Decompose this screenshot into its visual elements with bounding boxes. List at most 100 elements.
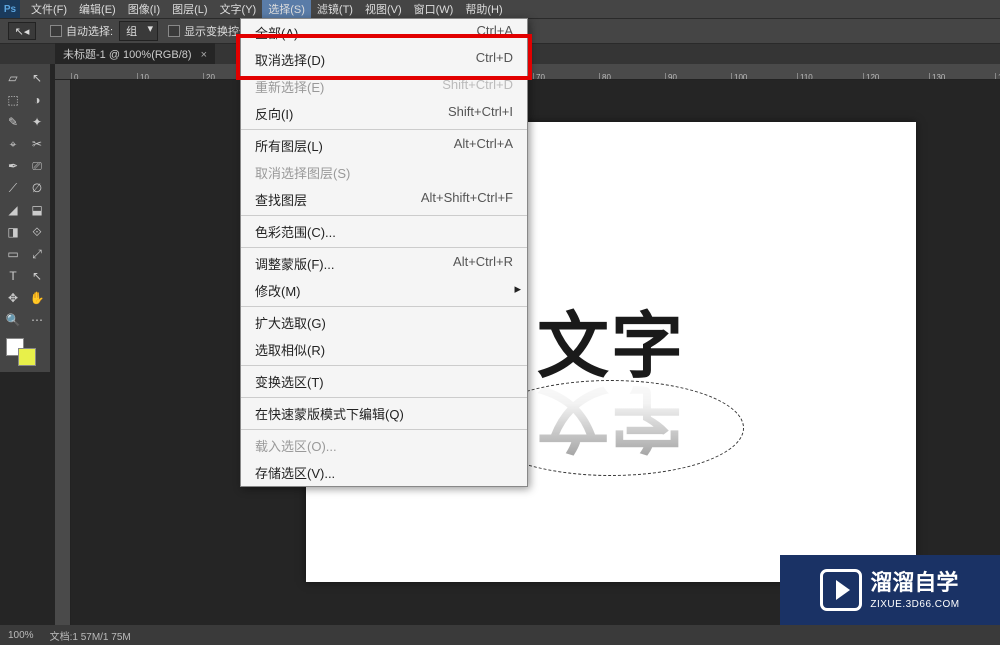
tool-button-19[interactable]: ↖ [26,266,48,286]
tool-button-14[interactable]: ◨ [2,222,24,242]
color-swatches [2,338,48,368]
menu-separator [241,397,527,398]
tool-button-5[interactable]: ✦ [26,112,48,132]
tool-button-15[interactable]: ⟐ [26,222,48,242]
watermark: 溜溜自学 ZIXUE.3D66.COM [780,555,1000,625]
ruler-tick: 100 [731,73,747,79]
menu-item[interactable]: 查找图层Alt+Shift+Ctrl+F [241,186,527,213]
menu-item[interactable]: 全部(A) Ctrl+A [241,19,527,46]
menu-separator [241,365,527,366]
play-icon [820,569,862,611]
menu-file[interactable]: 文件(F) [25,0,73,19]
tool-button-21[interactable]: ✋ [26,288,48,308]
menu-item[interactable]: 反向(I)Shift+Ctrl+I [241,100,527,127]
tool-button-20[interactable]: ✥ [2,288,24,308]
status-doc-info: 文档:1 57M/1 75M [50,628,131,643]
menu-item: 重新选择(E) Shift+Ctrl+D [241,73,527,100]
menu-item[interactable]: 色彩范围(C)... [241,218,527,245]
menu-image[interactable]: 图像(I) [122,0,166,19]
watermark-url: ZIXUE.3D66.COM [870,598,959,611]
menu-item-label: 在快速蒙版模式下编辑(Q) [255,404,404,423]
tool-button-13[interactable]: ⬓ [26,200,48,220]
ruler-tick: 120 [863,73,879,79]
move-tool-icon[interactable]: ↖◂ [8,22,36,40]
menu-item-label: 变换选区(T) [255,372,324,391]
menu-select[interactable]: 选择(S) [262,0,311,19]
menu-view[interactable]: 视图(V) [359,0,408,19]
select-dropdown-menu: 全部(A) Ctrl+A 取消选择(D) Ctrl+D 重新选择(E) Shift+Ctr… [240,18,528,487]
menu-item: 取消选择图层(S) [241,159,527,186]
ruler-tick: 140 [995,73,1000,79]
menu-item-label: 反向(I) [255,104,293,123]
menu-item-label: 取消选择图层(S) [255,163,350,182]
menu-item[interactable]: 在快速蒙版模式下编辑(Q) [241,400,527,427]
menu-window[interactable]: 窗口(W) [408,0,460,19]
close-icon[interactable]: × [201,49,207,61]
ruler-tick: 0 [71,73,78,79]
menu-item[interactable]: 存储选区(V)... [241,459,527,486]
menu-item: 载入选区(O)... [241,432,527,459]
menu-edit[interactable]: 编辑(E) [73,0,122,19]
menu-layer[interactable]: 图层(L) [166,0,213,19]
document-tab[interactable]: 未标题-1 @ 100%(RGB/8) × [55,43,215,65]
menu-item-shortcut: Shift+Ctrl+D [442,77,513,96]
menu-item-label: 选取相似(R) [255,340,325,359]
menu-item[interactable]: 所有图层(L) Alt+Ctrl+A [241,132,527,159]
tool-button-9[interactable]: ⎚ [26,156,48,176]
ruler-tick: 90 [665,73,677,79]
menu-item-shortcut: Alt+Ctrl+A [454,136,513,155]
auto-select-checkbox[interactable] [50,25,62,37]
menu-item-label: 所有图层(L) [255,136,323,155]
menu-item[interactable]: 调整蒙版(F)...Alt+Ctrl+R [241,250,527,277]
auto-select-label: 自动选择: [66,23,113,39]
tool-button-2[interactable]: ⬚ [2,90,24,110]
menu-item-label: 全部(A) [255,23,298,42]
group-dropdown[interactable]: 组 [119,21,158,41]
menu-item[interactable]: 修改(M) [241,277,527,304]
tool-button-12[interactable]: ◢ [2,200,24,220]
menu-item-label: 色彩范围(C)... [255,222,336,241]
tool-button-7[interactable]: ✂ [26,134,48,154]
menu-filter[interactable]: 滤镜(T) [311,0,359,19]
menu-separator [241,129,527,130]
menu-item-label: 取消选择(D) [255,50,325,69]
ruler-tick: 130 [929,73,945,79]
tool-button-1[interactable]: ↖ [26,68,48,88]
menu-item-shortcut: Ctrl+A [477,23,513,42]
menu-item-label: 调整蒙版(F)... [255,254,334,273]
menu-item-label: 扩大选取(G) [255,313,326,332]
menu-item[interactable]: 选取相似(R) [241,336,527,363]
menu-separator [241,306,527,307]
tool-button-22[interactable]: 🔍 [2,310,24,330]
menubar: Ps 文件(F) 编辑(E) 图像(I) 图层(L) 文字(Y) 选择(S) 滤… [0,0,1000,18]
tool-button-17[interactable]: ⤢ [26,244,48,264]
tool-button-10[interactable]: ⟋ [2,178,24,198]
tool-button-18[interactable]: T [2,266,24,286]
ruler-tick: 20 [203,73,215,79]
menu-item-label: 重新选择(E) [255,77,324,96]
menu-type[interactable]: 文字(Y) [214,0,263,19]
ruler-tick: 10 [137,73,149,79]
menu-item[interactable]: 变换选区(T) [241,368,527,395]
app-logo: Ps [0,0,20,18]
menu-item-label: 查找图层 [255,190,307,209]
tool-button-6[interactable]: ⌖ [2,134,24,154]
tool-button-11[interactable]: ∅ [26,178,48,198]
tool-button-8[interactable]: ✒ [2,156,24,176]
tool-button-4[interactable]: ✎ [2,112,24,132]
menu-help[interactable]: 帮助(H) [459,0,508,19]
menu-item[interactable]: 扩大选取(G) [241,309,527,336]
menu-item[interactable]: 取消选择(D) Ctrl+D [241,46,527,73]
watermark-title: 溜溜自学 [870,569,959,598]
menu-item-shortcut: Ctrl+D [476,50,513,69]
canvas-area: 文字 文字 [71,80,1000,625]
background-color[interactable] [18,348,36,366]
show-transform-checkbox[interactable] [168,25,180,37]
tool-button-3[interactable]: ◑ [26,90,48,110]
tool-button-16[interactable]: ▭ [2,244,24,264]
tool-button-0[interactable]: ▱ [2,68,24,88]
document-tab-title: 未标题-1 @ 100%(RGB/8) [63,49,192,61]
status-zoom[interactable]: 100% [8,630,34,641]
menu-separator [241,247,527,248]
tool-button-23[interactable]: ⋯ [26,310,48,330]
